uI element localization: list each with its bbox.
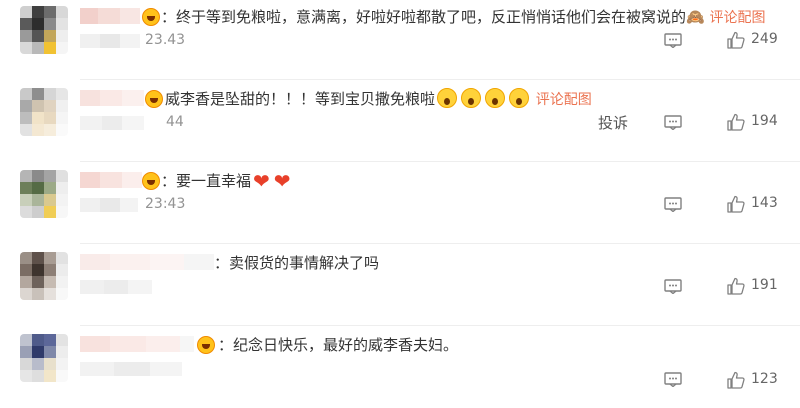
avatar[interactable] <box>20 334 68 382</box>
divider <box>80 243 800 244</box>
divider <box>80 325 800 326</box>
username-blurred[interactable] <box>80 172 142 188</box>
comment-image-link[interactable]: 评论配图 <box>709 10 765 26</box>
fan-badge-icon <box>142 172 160 190</box>
thumbs-up-icon[interactable] <box>727 195 745 213</box>
scream-emoji-icon <box>437 88 458 108</box>
comment-bubble-icon[interactable] <box>664 279 682 294</box>
like-count: 249 <box>751 31 778 47</box>
report-button[interactable]: 投诉 <box>598 112 628 133</box>
username-blurred[interactable] <box>80 8 140 24</box>
comment-bubble-icon[interactable] <box>664 33 682 48</box>
thumbs-up-icon[interactable] <box>727 277 745 295</box>
comment-text: 威李香是坠甜的！！！等到宝贝撒免粮啦 评论配图 <box>165 88 592 108</box>
meta-blurred <box>80 362 182 376</box>
heart-icon: ❤ <box>253 169 270 193</box>
meta-blurred <box>80 198 138 212</box>
avatar[interactable] <box>20 252 68 300</box>
comment-item: 威李香是坠甜的！！！等到宝贝撒免粮啦 评论配图 44 投诉 194 <box>0 82 800 162</box>
like-count: 143 <box>751 195 778 211</box>
avatar[interactable] <box>20 88 68 136</box>
comment-bubble-icon[interactable] <box>664 115 682 130</box>
comment-bubble-icon[interactable] <box>664 372 682 387</box>
thumbs-up-icon[interactable] <box>727 31 745 49</box>
comment-item: ：纪念日快乐，最好的威李香夫妇。 123 <box>0 328 800 408</box>
comment-text: ：卖假货的事情解决了吗 <box>214 254 380 272</box>
comment-text: ：纪念日快乐，最好的威李香夫妇。 <box>218 336 459 354</box>
fan-badge-icon <box>197 336 215 354</box>
username-blurred[interactable] <box>80 336 194 352</box>
avatar[interactable] <box>20 6 68 54</box>
meta-blurred <box>80 280 152 294</box>
comment-image-link[interactable]: 评论配图 <box>536 92 592 108</box>
meta-blurred <box>80 34 140 48</box>
comment-item: ：卖假货的事情解决了吗 191 <box>0 246 800 326</box>
comment-bubble-icon[interactable] <box>664 197 682 212</box>
thumbs-up-icon[interactable] <box>727 113 745 131</box>
heart-icon: ❤ <box>273 169 291 193</box>
see-no-evil-emoji: 🙈 <box>686 8 705 26</box>
meta-blurred <box>80 116 144 130</box>
username-blurred[interactable] <box>80 254 214 270</box>
comment-item: ：终于等到免粮啦，意满离，好啦好啦都散了吧，反正悄悄话他们会在被窝说的🙈 评论配… <box>0 0 800 80</box>
scream-emoji-icon <box>485 88 506 108</box>
divider <box>80 79 800 80</box>
scream-emoji-icon <box>509 88 530 108</box>
username-blurred[interactable] <box>80 90 144 106</box>
fan-badge-icon <box>142 8 160 26</box>
like-count: 191 <box>751 277 778 293</box>
comment-text: ：终于等到免粮啦，意满离，好啦好啦都散了吧，反正悄悄话他们会在被窝说的🙈 评论配… <box>161 8 766 26</box>
comment-item: ：要一直幸福 ❤ ❤ 23:43 143 <box>0 164 800 244</box>
like-count: 123 <box>751 371 778 387</box>
comment-text: ：要一直幸福 ❤ ❤ <box>161 169 291 193</box>
like-count: 194 <box>751 113 778 129</box>
timestamp: 23.43 <box>145 32 186 48</box>
timestamp: 23:43 <box>145 196 186 212</box>
avatar[interactable] <box>20 170 68 218</box>
timestamp: 44 <box>166 114 184 130</box>
fan-badge-icon <box>145 90 163 108</box>
thumbs-up-icon[interactable] <box>727 371 745 389</box>
scream-emoji-icon <box>461 88 482 108</box>
divider <box>80 161 800 162</box>
